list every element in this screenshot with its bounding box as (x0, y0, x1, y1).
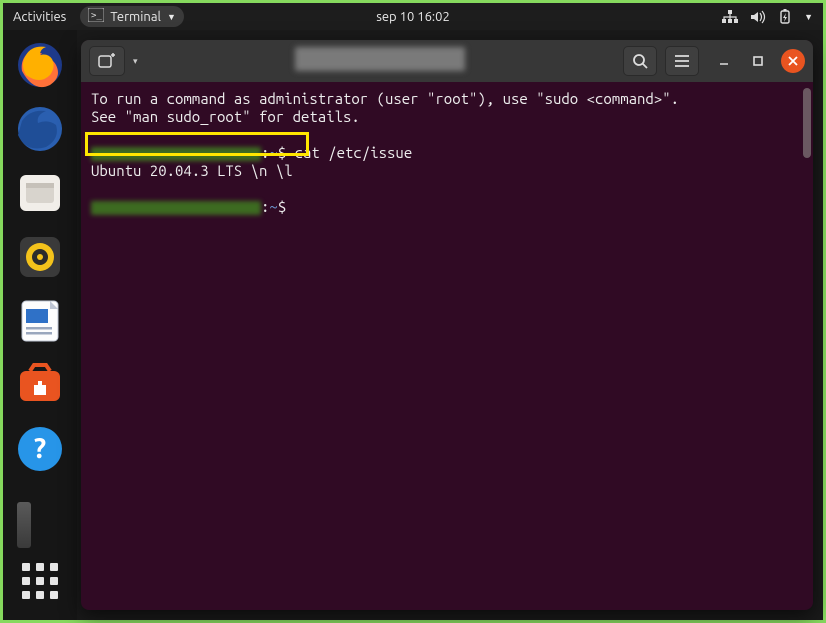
terminal-title (146, 47, 615, 75)
maximize-button[interactable] (747, 50, 769, 72)
chevron-down-icon: ▼ (167, 12, 176, 22)
chevron-down-icon: ▼ (804, 12, 813, 22)
desktop: ? ▾ (3, 30, 823, 620)
cwd: ~ (269, 144, 277, 161)
title-redacted (295, 47, 465, 71)
terminal-body[interactable]: To run a command as administrator (user … (81, 82, 813, 610)
terminal-prompt-line: :~$ cat /etc/issue (91, 144, 803, 162)
terminal-prompt-line: :~$ (91, 198, 803, 216)
search-button[interactable] (623, 46, 657, 76)
dock: ? (3, 30, 77, 620)
app-menu-label: Terminal (110, 10, 161, 24)
app-menu[interactable]: >_ Terminal ▼ (80, 6, 184, 27)
blank-line (91, 180, 803, 198)
new-tab-button[interactable] (89, 46, 125, 76)
network-icon[interactable] (722, 10, 738, 24)
terminal-line: To run a command as administrator (user … (91, 90, 803, 108)
terminal-icon: >_ (88, 8, 104, 25)
dock-libreoffice-writer[interactable] (13, 294, 67, 348)
dock-trash-sliver[interactable] (17, 502, 31, 548)
chevron-down-icon[interactable]: ▾ (133, 56, 138, 67)
dock-rhythmbox[interactable] (13, 230, 67, 284)
svg-text:?: ? (34, 433, 46, 464)
dock-thunderbird[interactable] (13, 102, 67, 156)
battery-icon[interactable] (778, 9, 792, 25)
cwd: ~ (269, 198, 277, 215)
dock-firefox[interactable] (13, 38, 67, 92)
window-controls (713, 49, 805, 73)
dock-files[interactable] (13, 166, 67, 220)
clock[interactable]: sep 10 16:02 (376, 10, 450, 24)
gnome-topbar: Activities >_ Terminal ▼ sep 10 16:02 ▼ (3, 3, 823, 30)
user-host-redacted (91, 147, 261, 161)
user-host-redacted (91, 201, 261, 215)
terminal-window: ▾ To run a co (81, 40, 813, 610)
svg-text:>_: >_ (91, 11, 102, 21)
activities-button[interactable]: Activities (13, 10, 66, 24)
system-tray[interactable]: ▼ (722, 9, 813, 25)
blank-line (91, 126, 803, 144)
terminal-header: ▾ (81, 40, 813, 82)
terminal-line: See "man sudo_root" for details. (91, 108, 803, 126)
command-text: cat /etc/issue (286, 144, 412, 161)
dock-ubuntu-software[interactable] (13, 358, 67, 412)
hamburger-menu-button[interactable] (665, 46, 699, 76)
show-applications-button[interactable] (13, 554, 67, 608)
terminal-output: Ubuntu 20.04.3 LTS \n \l (91, 162, 803, 180)
volume-icon[interactable] (750, 10, 766, 24)
dock-help[interactable]: ? (13, 422, 67, 476)
scrollbar-thumb[interactable] (803, 88, 811, 158)
close-button[interactable] (781, 49, 805, 73)
minimize-button[interactable] (713, 50, 735, 72)
